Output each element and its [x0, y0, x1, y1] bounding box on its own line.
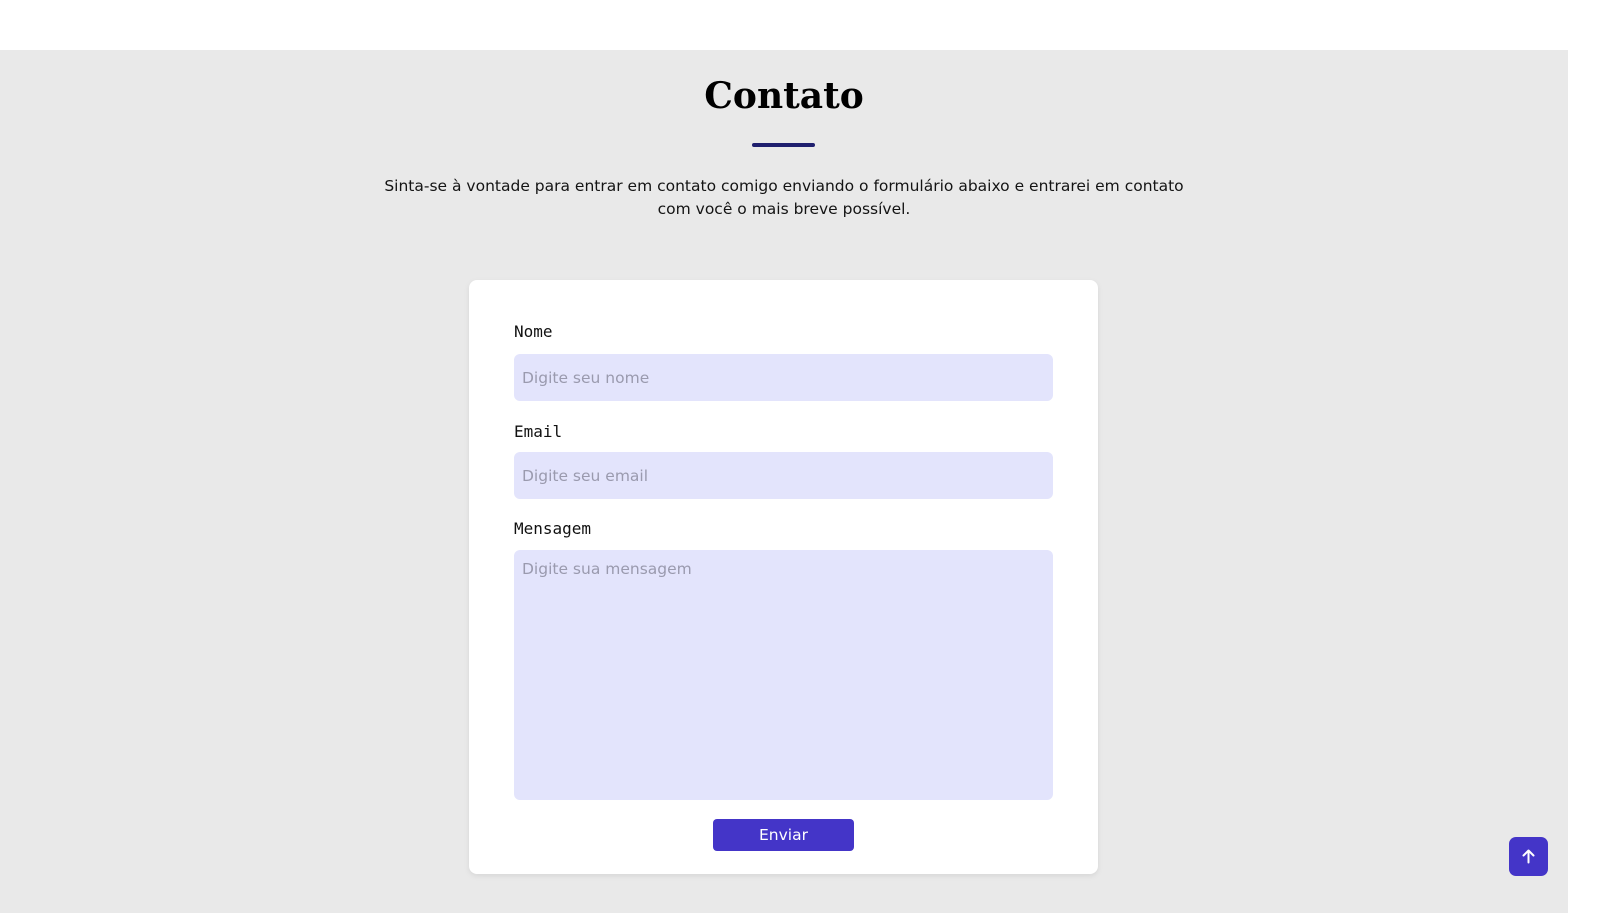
email-input[interactable] — [514, 452, 1053, 499]
page-title: Contato — [704, 75, 864, 117]
message-label: Mensagem — [514, 519, 592, 538]
contact-section: Contato Sinta-se à vontade para entrar e… — [0, 50, 1568, 913]
title-underline — [752, 143, 815, 147]
section-description: Sinta-se à vontade para entrar em contat… — [384, 177, 1184, 218]
arrow-up-icon — [1522, 849, 1535, 864]
message-textarea[interactable] — [514, 550, 1053, 800]
contact-form: Nome Email Mensagem Enviar — [469, 280, 1098, 874]
name-label: Nome — [514, 322, 553, 341]
submit-button[interactable]: Enviar — [713, 819, 854, 851]
email-label: Email — [514, 422, 563, 441]
back-to-top-button[interactable] — [1509, 837, 1548, 876]
top-navbar — [0, 0, 1568, 50]
name-input[interactable] — [514, 354, 1053, 401]
scrollbar-track[interactable] — [1568, 0, 1605, 913]
